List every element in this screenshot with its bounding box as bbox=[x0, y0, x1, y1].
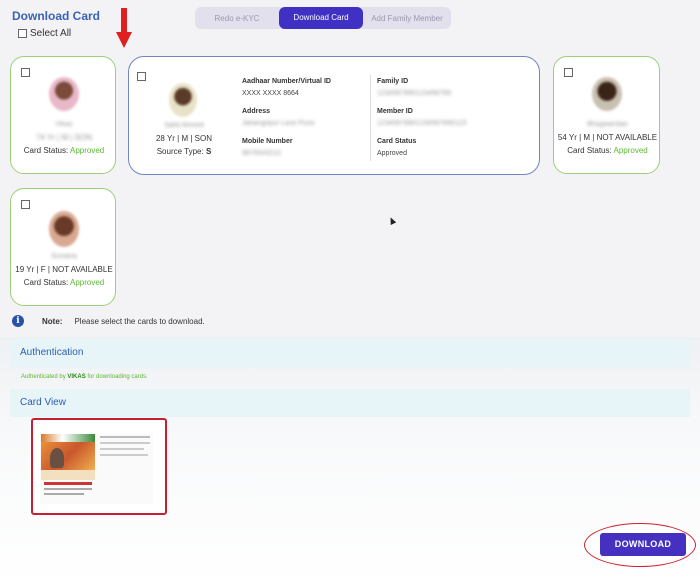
member-info: 74 Yr | M | SON bbox=[35, 133, 93, 142]
address-label: Address bbox=[242, 108, 271, 115]
authenticated-user: VIKAS bbox=[67, 374, 86, 380]
page-title: Download Card bbox=[12, 9, 101, 23]
member-info: 19 Yr | F | NOT AVAILABLE bbox=[15, 265, 113, 274]
tab-download-card[interactable]: Download Card bbox=[279, 7, 363, 29]
aadhaar-label: Aadhaar Number/Virtual ID bbox=[242, 78, 331, 85]
member-card-checkbox[interactable] bbox=[137, 72, 146, 81]
tab-redo-ekyc[interactable]: Redo e-KYC bbox=[195, 14, 279, 23]
member-photo bbox=[49, 211, 79, 247]
member-source-type: Source Type: S bbox=[156, 147, 212, 156]
info-icon: i bbox=[12, 315, 24, 327]
select-all-label: Select All bbox=[30, 28, 72, 39]
member-photo bbox=[592, 77, 622, 111]
mobile-value: 9876543210 bbox=[242, 150, 281, 157]
red-arrow-annotation bbox=[116, 8, 132, 50]
member-info: 54 Yr | M | NOT AVAILABLE bbox=[557, 133, 658, 142]
family-id-label: Family ID bbox=[377, 78, 409, 85]
member-card-3[interactable]: Bhagwandas 54 Yr | M | NOT AVAILABLE Car… bbox=[553, 56, 660, 174]
authentication-text: Authenticated by VIKAS for downloading c… bbox=[21, 374, 148, 380]
select-all-checkbox[interactable] bbox=[18, 29, 27, 38]
member-card-checkbox[interactable] bbox=[21, 68, 30, 77]
member-card-1[interactable]: Vikas 74 Yr | M | SON Card Status: Appro… bbox=[10, 56, 116, 174]
action-tabs: Redo e-KYC Download Card Add Family Memb… bbox=[195, 7, 451, 29]
tab-add-family-member[interactable]: Add Family Member bbox=[363, 14, 451, 23]
member-photo bbox=[49, 77, 79, 111]
member-card-checkbox[interactable] bbox=[564, 68, 573, 77]
card-status-value: Approved bbox=[377, 150, 407, 157]
member-id-value: 12345678901234567890123 bbox=[377, 120, 467, 127]
card-status-label: Card Status bbox=[377, 138, 417, 145]
authentication-header: Authentication bbox=[10, 339, 690, 367]
member-card-2[interactable]: Sahil Ahmed 28 Yr | M | SON Source Type:… bbox=[128, 56, 540, 175]
member-status: Card Status: Approved bbox=[567, 146, 648, 155]
member-photo bbox=[169, 83, 197, 117]
card-preview-image bbox=[40, 434, 153, 504]
column-divider bbox=[370, 75, 371, 161]
address-value: Jahangirpur Lane Pune bbox=[242, 120, 315, 127]
family-id-value: 1234567890123456789 bbox=[377, 90, 451, 97]
member-card-4[interactable]: Sunaina 19 Yr | F | NOT AVAILABLE Card S… bbox=[10, 188, 116, 306]
member-card-checkbox[interactable] bbox=[21, 200, 30, 209]
card-view-header: Card View bbox=[10, 389, 690, 417]
member-name: Sahil Ahmed bbox=[164, 122, 204, 129]
note-label: Note: bbox=[42, 316, 63, 326]
member-name: Sunaina bbox=[51, 253, 77, 260]
download-button[interactable]: DOWNLOAD bbox=[600, 533, 686, 556]
mobile-label: Mobile Number bbox=[242, 138, 293, 145]
select-all[interactable]: Select All bbox=[18, 28, 71, 39]
member-info: 28 Yr | M | SON bbox=[155, 134, 213, 143]
note-bar: i Note: Please select the cards to downl… bbox=[12, 315, 205, 327]
member-status: Card Status: Approved bbox=[23, 278, 105, 287]
member-id-label: Member ID bbox=[377, 108, 413, 115]
member-name: Vikas bbox=[55, 121, 73, 128]
card-preview-thumbnail[interactable] bbox=[31, 418, 167, 515]
aadhaar-value: XXXX XXXX 8664 bbox=[242, 90, 299, 97]
note-text: Please select the cards to download. bbox=[74, 316, 205, 326]
member-name: Bhagwandas bbox=[587, 121, 628, 128]
member-status: Card Status: Approved bbox=[23, 146, 105, 155]
